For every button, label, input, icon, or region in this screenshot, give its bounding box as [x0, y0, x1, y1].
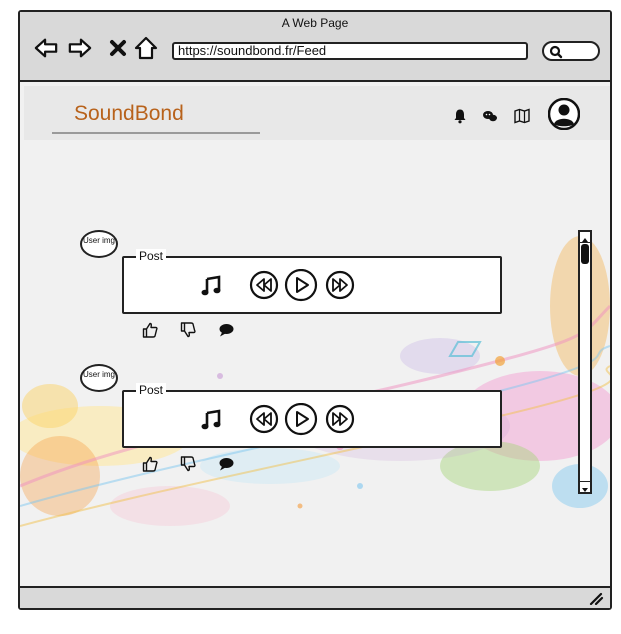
arrow-right-icon — [68, 38, 92, 58]
fast-forward-icon[interactable] — [324, 269, 356, 301]
scroll-down-button[interactable] — [580, 481, 590, 492]
home-button[interactable] — [134, 36, 158, 60]
user-avatar-icon[interactable] — [548, 98, 580, 130]
chevron-down-icon — [582, 488, 588, 492]
post-container: Post — [122, 383, 502, 448]
thumbs-up-icon[interactable] — [142, 456, 158, 472]
user-image[interactable]: User img — [80, 364, 118, 392]
comment-icon[interactable] — [218, 322, 234, 338]
brand-logo[interactable]: SoundBond — [74, 102, 184, 126]
forward-button[interactable] — [68, 36, 92, 60]
scroll-up-button[interactable] — [580, 232, 590, 243]
music-note-icon — [201, 275, 221, 296]
window-title: A Web Page — [281, 16, 349, 30]
post-label: Post — [136, 249, 167, 263]
chat-icon[interactable] — [482, 108, 498, 124]
browser-window: A Web Page https://soundbond.fr/Feed Sou… — [18, 10, 612, 610]
thumbs-down-icon[interactable] — [180, 456, 196, 472]
bell-icon[interactable] — [452, 108, 468, 124]
thumbs-down-icon[interactable] — [180, 322, 196, 338]
comment-icon[interactable] — [218, 456, 234, 472]
play-icon[interactable] — [284, 269, 318, 303]
search-icon — [549, 45, 563, 59]
fast-forward-icon[interactable] — [324, 403, 356, 435]
search-box[interactable] — [542, 41, 600, 61]
brand-underline — [52, 132, 260, 134]
arrow-left-icon — [34, 38, 58, 58]
resize-grip-icon[interactable] — [588, 591, 604, 605]
user-image[interactable]: User img — [80, 230, 118, 258]
status-bar — [20, 586, 610, 608]
rewind-icon[interactable] — [248, 269, 280, 301]
thumbs-up-icon[interactable] — [142, 322, 158, 338]
page-content: SoundBond User img Post User img Post — [20, 82, 610, 586]
post-container: Post — [122, 249, 502, 314]
rewind-icon[interactable] — [248, 403, 280, 435]
url-input[interactable]: https://soundbond.fr/Feed — [172, 42, 528, 60]
post-label: Post — [136, 383, 167, 397]
music-note-icon — [201, 409, 221, 430]
post-card: User img Post — [78, 364, 508, 484]
x-icon — [110, 40, 126, 56]
post-card: User img Post — [78, 230, 508, 350]
map-icon[interactable] — [514, 108, 530, 124]
back-button[interactable] — [34, 36, 58, 60]
app-header: SoundBond — [24, 86, 610, 140]
home-icon — [134, 36, 158, 60]
play-icon[interactable] — [284, 403, 318, 437]
vertical-scrollbar[interactable] — [578, 230, 592, 494]
title-bar: A Web Page https://soundbond.fr/Feed — [20, 12, 610, 82]
stop-button[interactable] — [106, 36, 130, 60]
scroll-thumb[interactable] — [581, 244, 589, 264]
